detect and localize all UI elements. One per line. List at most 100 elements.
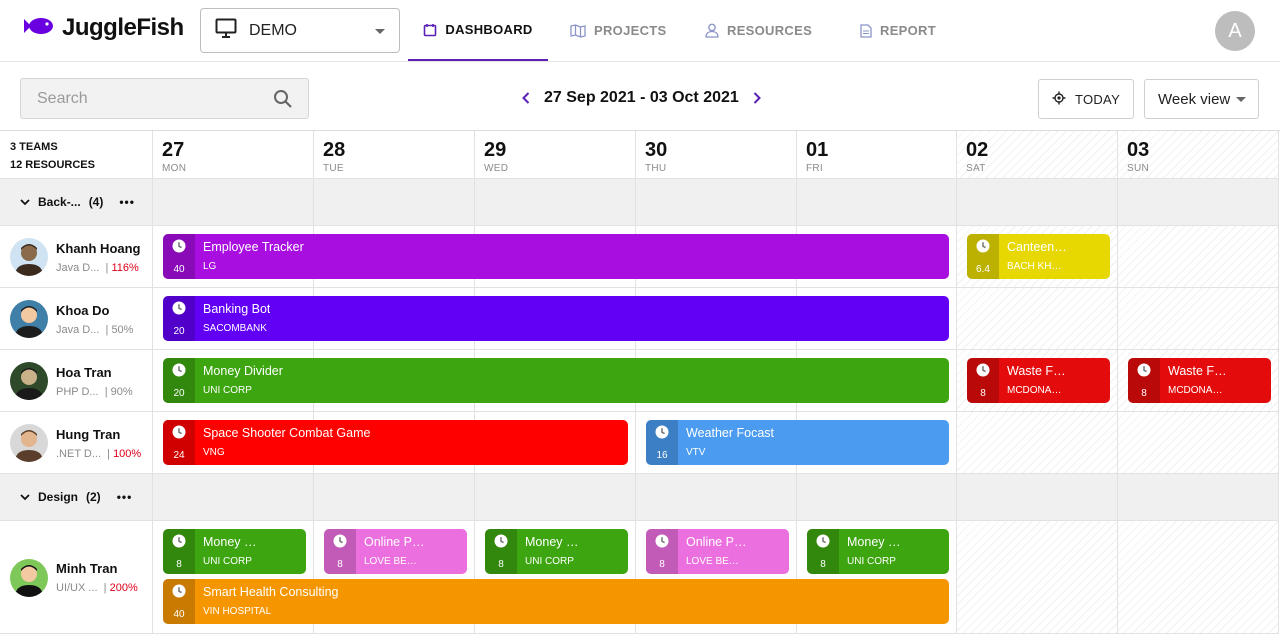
- tab-dashboard[interactable]: DASHBOARD: [408, 0, 548, 61]
- day-cell[interactable]: [1118, 412, 1279, 474]
- utilization-percent: 116%: [111, 261, 139, 274]
- resource-item[interactable]: Hoa Tran PHP D... | 90%: [10, 362, 133, 400]
- clock-icon: [172, 301, 186, 320]
- allocation-bar[interactable]: 20 Banking Bot SACOMBANK: [163, 296, 949, 341]
- resource-item[interactable]: Khoa Do Java D... | 50%: [10, 300, 133, 338]
- allocation-text: Money … UNI CORP: [195, 529, 257, 574]
- resource-item[interactable]: Khanh Hoang Java D... | 116%: [10, 238, 141, 276]
- group-day-cell[interactable]: [797, 179, 957, 226]
- more-options-icon[interactable]: •••: [119, 195, 135, 209]
- group-day-cell[interactable]: [1118, 474, 1279, 521]
- chevron-down-icon[interactable]: [20, 490, 30, 504]
- separator: |: [99, 323, 112, 336]
- hours-value: 20: [173, 325, 185, 337]
- resource-cell: Hung Tran .NET D... | 100%: [0, 412, 153, 474]
- separator: |: [101, 447, 114, 460]
- view-mode-select[interactable]: Week view: [1144, 79, 1259, 119]
- client-name: LOVE BE…: [686, 556, 739, 567]
- previous-week-chevron-icon[interactable]: [520, 88, 532, 108]
- resource-meta: Java D... | 116%: [56, 262, 141, 274]
- client-name: MCDONA…: [1007, 385, 1062, 396]
- allocation-hours: 6.4: [967, 234, 999, 279]
- allocation-hours: 16: [646, 420, 678, 465]
- group-day-cell[interactable]: [797, 474, 957, 521]
- allocation-bar[interactable]: 24 Space Shooter Combat Game VNG: [163, 420, 628, 465]
- group-day-cell[interactable]: [153, 474, 314, 521]
- more-options-icon[interactable]: •••: [117, 490, 133, 504]
- user-avatar[interactable]: A: [1215, 11, 1255, 51]
- allocation-hours: 40: [163, 234, 195, 279]
- group-label[interactable]: Design (2) •••: [20, 490, 132, 504]
- day-cell[interactable]: [1118, 288, 1279, 350]
- group-day-cell[interactable]: [636, 474, 797, 521]
- client-name: VIN HOSPITAL: [203, 606, 272, 617]
- allocation-bar[interactable]: 8 Money … UNI CORP: [485, 529, 628, 574]
- day-cell[interactable]: [957, 288, 1118, 350]
- allocation-hours: 40: [163, 579, 195, 624]
- day-cell[interactable]: [957, 412, 1118, 474]
- resource-cell: Khoa Do Java D... | 50%: [0, 288, 153, 350]
- search-input[interactable]: [21, 79, 251, 118]
- next-week-chevron-icon[interactable]: [751, 88, 763, 108]
- fish-logo-icon: [22, 16, 54, 41]
- separator: |: [97, 582, 110, 594]
- allocation-hours: 8: [485, 529, 517, 574]
- group-day-cell[interactable]: [636, 179, 797, 226]
- app-logo[interactable]: JuggleFish: [22, 14, 184, 42]
- allocation-text: Money Divider UNI CORP: [195, 358, 283, 403]
- allocation-bar[interactable]: 8 Online P… LOVE BE…: [324, 529, 467, 574]
- group-day-cell[interactable]: [1118, 179, 1279, 226]
- clock-icon: [816, 534, 830, 553]
- allocation-bar[interactable]: 6.4 Canteen… BACH KH…: [967, 234, 1110, 279]
- tab-projects[interactable]: PROJECTS: [570, 0, 666, 61]
- allocation-bar[interactable]: 16 Weather Focast VTV: [646, 420, 949, 465]
- resource-role: Java D...: [56, 261, 100, 274]
- allocation-bar[interactable]: 8 Money … UNI CORP: [163, 529, 306, 574]
- group-day-cell[interactable]: [475, 474, 636, 521]
- utilization-percent: 90%: [110, 385, 133, 398]
- allocation-bar[interactable]: 8 Waste F… MCDONA…: [967, 358, 1110, 403]
- allocation-bar[interactable]: 20 Money Divider UNI CORP: [163, 358, 949, 403]
- allocation-bar[interactable]: 8 Waste F… MCDONA…: [1128, 358, 1271, 403]
- resource-cell: Minh Tran UI/UX ... | 200%: [0, 521, 153, 634]
- project-title: Money …: [847, 535, 901, 549]
- group-day-cell[interactable]: [314, 179, 475, 226]
- group-day-cell[interactable]: [957, 474, 1118, 521]
- resource-item[interactable]: Minh Tran UI/UX ... | 200%: [10, 558, 138, 597]
- avatar: [10, 300, 48, 338]
- resources-count: 12 RESOURCES: [10, 159, 95, 171]
- group-day-cell[interactable]: [957, 179, 1118, 226]
- allocation-bar[interactable]: 8 Online P… LOVE BE…: [646, 529, 789, 574]
- group-day-cell[interactable]: [475, 179, 636, 226]
- search-icon[interactable]: [273, 89, 293, 114]
- allocation-bar[interactable]: 40 Employee Tracker LG: [163, 234, 949, 279]
- client-name: SACOMBANK: [203, 323, 267, 334]
- tab-resources[interactable]: RESOURCES: [705, 0, 812, 61]
- view-mode-label: Week view: [1158, 90, 1231, 108]
- chevron-down-icon[interactable]: [20, 195, 30, 209]
- allocation-bar[interactable]: 40 Smart Health Consulting VIN HOSPITAL: [163, 579, 949, 624]
- group-day-cell[interactable]: [153, 179, 314, 226]
- group-label[interactable]: Back-... (4) •••: [20, 195, 135, 209]
- clock-icon: [1137, 363, 1151, 382]
- day-cell[interactable]: [957, 521, 1118, 634]
- avatar: [10, 558, 48, 597]
- client-name: UNI CORP: [525, 556, 574, 567]
- resource-meta: PHP D... | 90%: [56, 386, 133, 398]
- map-icon: [570, 23, 586, 38]
- tab-report[interactable]: REPORT: [860, 0, 936, 61]
- resource-item[interactable]: Hung Tran .NET D... | 100%: [10, 424, 141, 462]
- allocation-bar[interactable]: 8 Money … UNI CORP: [807, 529, 949, 574]
- resource-meta: Java D... | 50%: [56, 324, 133, 336]
- day-cell[interactable]: [1118, 226, 1279, 288]
- clock-icon: [172, 425, 186, 444]
- tab-label: RESOURCES: [727, 23, 813, 38]
- today-button[interactable]: TODAY: [1038, 79, 1134, 119]
- utilization-percent: 100%: [113, 447, 142, 460]
- day-cell[interactable]: [1118, 521, 1279, 634]
- avatar: [10, 238, 48, 276]
- workspace-select[interactable]: DEMO: [200, 8, 400, 53]
- group-day-cell[interactable]: [314, 474, 475, 521]
- tab-label: REPORT: [880, 23, 936, 38]
- allocation-text: Money … UNI CORP: [839, 529, 901, 574]
